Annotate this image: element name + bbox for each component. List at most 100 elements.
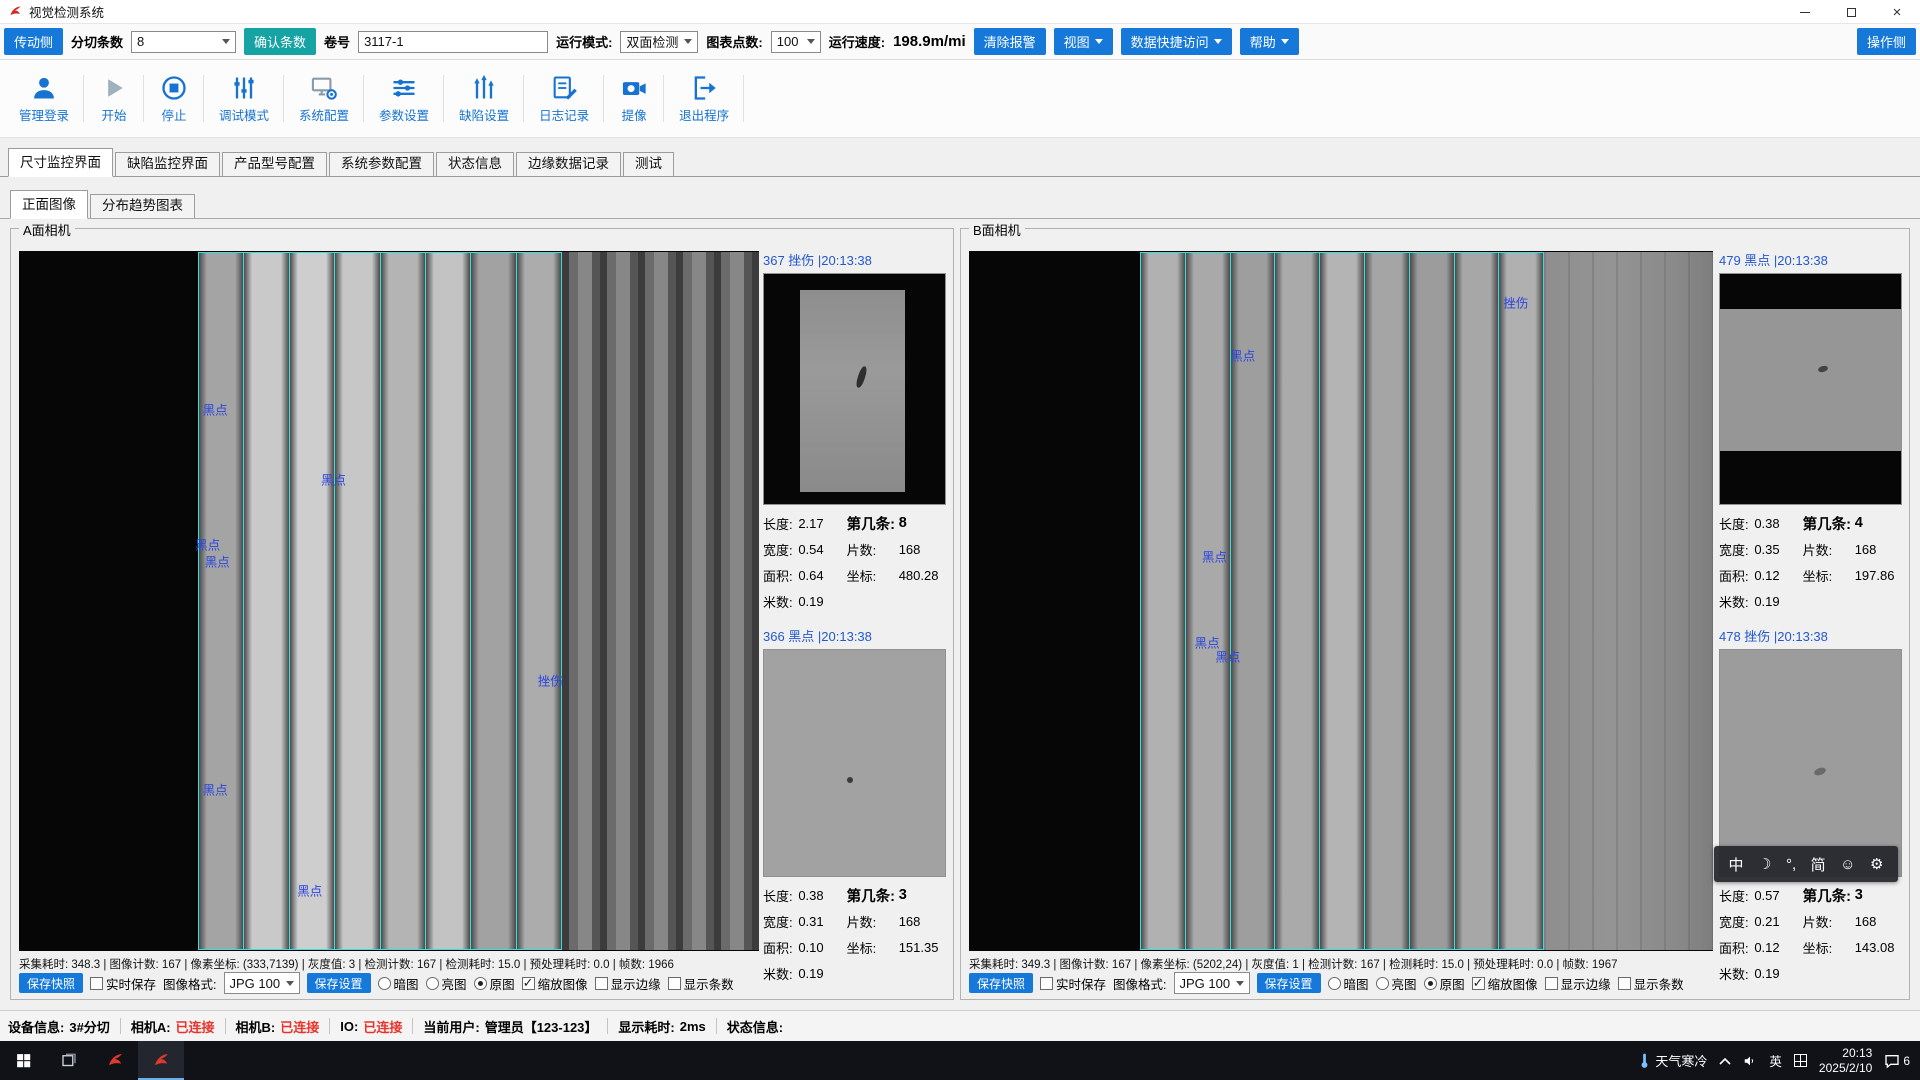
tray-expand-chevron-icon[interactable] (1719, 1057, 1731, 1065)
slit-strip-band (516, 253, 562, 949)
bright-image-radio[interactable] (1376, 977, 1389, 990)
zoom-image-checkbox[interactable] (1472, 977, 1485, 990)
ime-grid-icon[interactable] (1794, 1054, 1807, 1067)
ribbon-button-stop[interactable]: 停止 (144, 60, 204, 137)
original-image-radio[interactable] (1424, 977, 1437, 990)
show-count-checkbox[interactable] (1618, 977, 1631, 990)
ribbon-button-system-config[interactable]: 系统配置 (284, 60, 364, 137)
dark-image-radio[interactable] (1328, 977, 1341, 990)
stat-text: 0.19 (1754, 966, 1802, 981)
chart-points-input[interactable]: 100 (771, 31, 821, 53)
dark-image-label[interactable]: 暗图 (394, 974, 419, 993)
show-edges-label[interactable]: 显示边缘 (1561, 974, 1611, 993)
slit-strip-band (1364, 253, 1409, 949)
ime-lang-toggle[interactable]: 中 (1729, 854, 1744, 875)
ribbon-button-log[interactable]: 日志记录 (524, 60, 604, 137)
confirm-count-button[interactable]: 确认条数 (244, 28, 316, 55)
realtime-save-checkbox[interactable] (1040, 977, 1053, 990)
ribbon-button-defect-settings[interactable]: 缺陷设置 (444, 60, 524, 137)
image-format-select[interactable]: JPG 100 (1174, 972, 1250, 994)
close-button[interactable]: × (1874, 0, 1920, 24)
save-settings-button[interactable]: 保存设置 (307, 973, 371, 993)
show-count-label[interactable]: 显示条数 (1634, 974, 1684, 993)
ribbon-button-debug-mode[interactable]: 调试模式 (204, 60, 284, 137)
save-settings-button[interactable]: 保存设置 (1257, 973, 1321, 993)
weather-widget[interactable]: 天气寒冷 (1639, 1051, 1707, 1070)
ribbon-button-start[interactable]: 开始 (84, 60, 144, 137)
tab-system-param-config[interactable]: 系统参数配置 (329, 152, 434, 176)
tab-trend-chart[interactable]: 分布趋势图表 (90, 194, 195, 218)
clear-alarm-button[interactable]: 清除报警 (974, 28, 1046, 55)
tab-product-model-config[interactable]: 产品型号配置 (222, 152, 327, 176)
view-menu-button[interactable]: 视图 (1054, 28, 1113, 55)
dark-image-radio[interactable] (378, 977, 391, 990)
dark-image-label[interactable]: 暗图 (1344, 974, 1369, 993)
realtime-save-label[interactable]: 实时保存 (1056, 974, 1106, 993)
taskbar-app-icon[interactable] (92, 1041, 138, 1080)
save-snapshot-button[interactable]: 保存快照 (19, 973, 83, 993)
main-tab-strip: 尺寸监控界面 缺陷监控界面 产品型号配置 系统参数配置 状态信息 边缘数据记录 … (0, 147, 1920, 177)
ime-moon-icon[interactable]: ☽ (1758, 855, 1771, 873)
ribbon-button-admin-login[interactable]: 管理登录 (4, 60, 84, 137)
taskbar-app-active[interactable] (138, 1041, 184, 1080)
realtime-save-label[interactable]: 实时保存 (106, 974, 156, 993)
slit-count-select[interactable]: 8 (131, 31, 236, 53)
save-snapshot-button[interactable]: 保存快照 (969, 973, 1033, 993)
ribbon-toolbar: 管理登录 开始 停止 调试模式 系统配置 参数设置 缺陷设置 日志记录 (0, 60, 1920, 138)
original-image-radio[interactable] (474, 977, 487, 990)
original-image-label[interactable]: 原图 (490, 974, 515, 993)
camera-a-panel: A面相机 黑点黑点黑点黑点挫伤黑点黑点 367 挫伤 |20:13:38 长度:… (10, 228, 954, 1000)
image-format-select[interactable]: JPG 100 (224, 972, 300, 994)
realtime-save-checkbox[interactable] (90, 977, 103, 990)
help-menu-button[interactable]: 帮助 (1240, 28, 1299, 55)
minimize-button[interactable] (1782, 0, 1828, 24)
ime-settings-gear-icon[interactable]: ⚙ (1870, 855, 1883, 873)
camera-a-status-line: 采集耗时: 348.3 | 图像计数: 167 | 像素坐标: (333,713… (19, 956, 674, 972)
zoom-image-checkbox[interactable] (522, 977, 535, 990)
show-edges-label[interactable]: 显示边缘 (611, 974, 661, 993)
ribbon-button-param-settings[interactable]: 参数设置 (364, 60, 444, 137)
statusbar-item: IO:已连接 (340, 1017, 402, 1036)
ime-punctuation-toggle[interactable]: °, (1786, 856, 1796, 873)
ime-language-indicator[interactable]: 英 (1769, 1051, 1782, 1070)
roll-number-input[interactable]: 3117-1 (358, 31, 548, 53)
tab-edge-data-record[interactable]: 边缘数据记录 (516, 152, 621, 176)
operate-side-button[interactable]: 操作侧 (1857, 28, 1916, 55)
ime-emoji-button[interactable]: ☺ (1840, 856, 1855, 873)
stat-text: 0.10 (798, 940, 846, 955)
tab-test[interactable]: 测试 (623, 152, 674, 176)
task-view-button[interactable] (46, 1041, 92, 1080)
zoom-image-label[interactable]: 缩放图像 (1488, 974, 1538, 993)
start-button[interactable] (0, 1041, 46, 1080)
volume-icon[interactable] (1743, 1054, 1757, 1068)
stat-text: 168 (1855, 542, 1903, 557)
stat-text: 片数: (847, 540, 899, 559)
show-count-checkbox[interactable] (668, 977, 681, 990)
ribbon-button-capture[interactable]: 提像 (604, 60, 664, 137)
bright-image-label[interactable]: 亮图 (442, 974, 467, 993)
tab-size-monitor[interactable]: 尺寸监控界面 (8, 148, 113, 177)
show-count-label[interactable]: 显示条数 (684, 974, 734, 993)
show-edges-checkbox[interactable] (595, 977, 608, 990)
drive-side-button[interactable]: 传动侧 (4, 28, 63, 55)
data-quick-access-button[interactable]: 数据快捷访问 (1121, 28, 1232, 55)
zoom-image-label[interactable]: 缩放图像 (538, 974, 588, 993)
tab-front-image[interactable]: 正面图像 (10, 190, 88, 219)
show-edges-checkbox[interactable] (1545, 977, 1558, 990)
maximize-button[interactable] (1828, 0, 1874, 24)
taskbar-clock[interactable]: 20:13 2025/2/10 (1819, 1046, 1872, 1076)
notification-center-button[interactable]: 6 (1884, 1053, 1910, 1069)
ribbon-label: 管理登录 (19, 105, 69, 124)
bright-image-radio[interactable] (426, 977, 439, 990)
chevron-down-icon (1236, 981, 1244, 986)
ime-simplified-toggle[interactable]: 简 (1811, 854, 1826, 875)
run-mode-select[interactable]: 双面检测 (620, 31, 698, 53)
tab-status-info[interactable]: 状态信息 (436, 152, 514, 176)
thumb-patch (764, 650, 945, 876)
slit-strip-band (198, 253, 243, 949)
tab-defect-monitor[interactable]: 缺陷监控界面 (115, 152, 220, 176)
ribbon-button-exit[interactable]: 退出程序 (664, 60, 744, 137)
view-menu-label: 视图 (1064, 32, 1090, 51)
bright-image-label[interactable]: 亮图 (1392, 974, 1417, 993)
original-image-label[interactable]: 原图 (1440, 974, 1465, 993)
